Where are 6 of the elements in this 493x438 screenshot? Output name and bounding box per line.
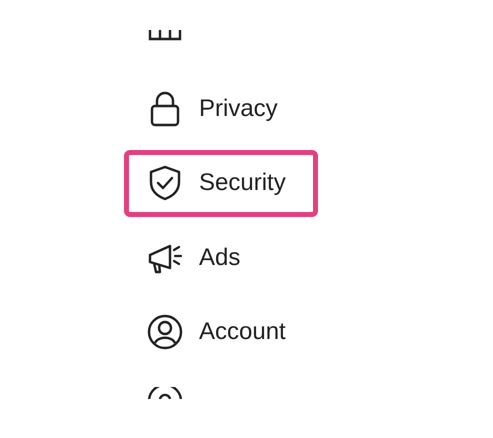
shield-check-icon: [147, 165, 183, 201]
menu-item[interactable]: Security: [124, 150, 318, 216]
menu-item[interactable]: Ads: [124, 224, 318, 291]
menu-item[interactable]: Account: [124, 298, 318, 366]
menu-item[interactable]: Privacy: [124, 75, 318, 142]
account-icon: [147, 314, 183, 350]
